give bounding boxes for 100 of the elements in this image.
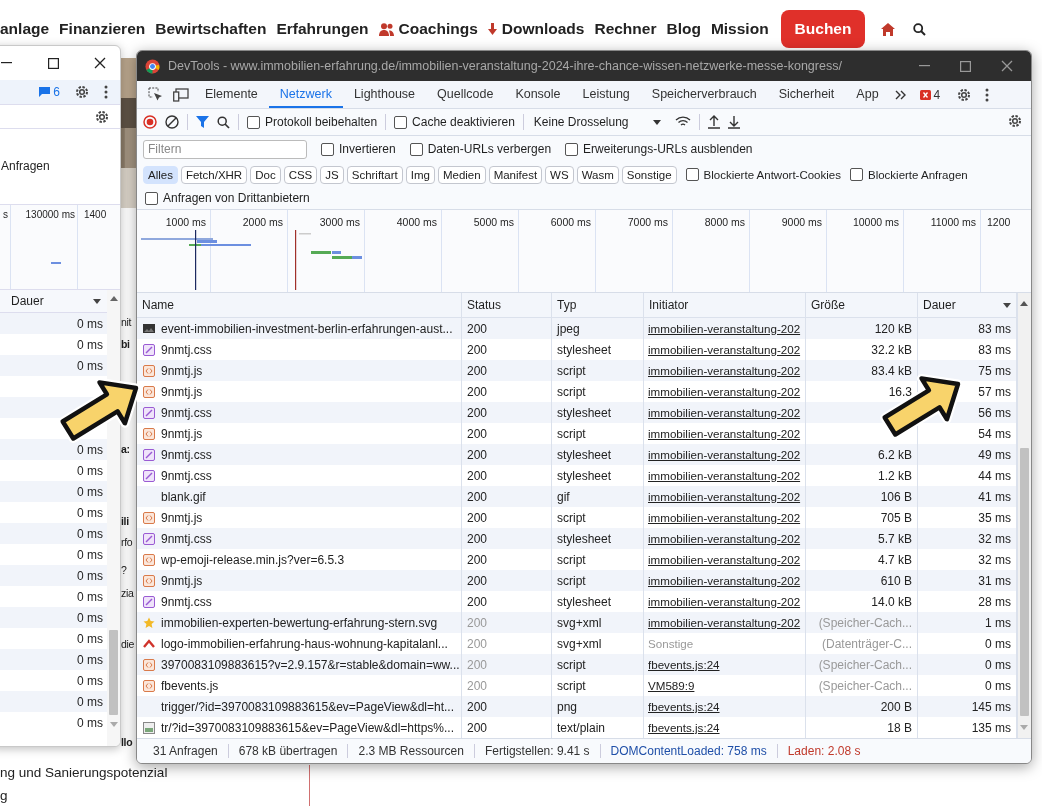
tab[interactable]: Konsole <box>504 81 572 108</box>
tab[interactable]: App <box>845 81 890 108</box>
checkbox-label[interactable]: Blockierte Antwort-Cookies <box>703 168 841 181</box>
nav-link[interactable]: Blog <box>666 20 701 38</box>
initiator-link[interactable]: VM589:9 <box>648 679 695 692</box>
table-cell[interactable]: 9nmtj.js <box>161 510 203 525</box>
search-icon[interactable] <box>913 22 927 36</box>
type-filter-chip[interactable]: Doc <box>250 165 281 184</box>
checkbox[interactable] <box>321 142 334 156</box>
column-header[interactable]: Größe <box>806 293 918 318</box>
type-filter-chip[interactable]: Manifest <box>488 165 543 184</box>
nav-link[interactable]: Coachings <box>398 20 478 38</box>
type-filter-chip[interactable]: JS <box>320 165 344 184</box>
device-icon[interactable] <box>173 87 189 102</box>
checkbox-label[interactable]: Anfragen von Drittanbietern <box>163 191 310 205</box>
checkbox-label[interactable]: Cache deaktivieren <box>412 115 515 129</box>
maximize-icon[interactable] <box>47 57 59 69</box>
error-icon[interactable] <box>919 89 931 100</box>
scrollbar-thumb[interactable] <box>109 630 118 715</box>
table-cell[interactable]: 9nmtj.css <box>161 531 212 546</box>
clear-icon[interactable] <box>165 115 179 129</box>
table-cell[interactable]: logo-immobilien-erfahrung-haus-wohnung-kapitalanl... <box>161 636 448 651</box>
type-filter-chip[interactable]: CSS <box>283 165 318 184</box>
checkbox[interactable] <box>394 115 408 129</box>
type-filter-chip[interactable]: Medien <box>437 165 486 184</box>
table-cell[interactable]: 9nmtj.css <box>161 405 212 420</box>
table-cell[interactable]: 9nmtj.js <box>161 573 203 588</box>
table-cell[interactable]: 9nmtj.js <box>161 363 203 378</box>
sort-down-icon[interactable] <box>93 298 101 304</box>
settings-icon[interactable] <box>94 108 110 125</box>
scroll-up-icon[interactable] <box>1020 301 1028 306</box>
error-count[interactable]: 4 <box>933 87 941 102</box>
checkbox[interactable] <box>565 142 579 156</box>
table-cell[interactable]: tr/?id=3970083109883615&ev=PageView&dl=https%... <box>161 720 454 735</box>
type-filter-chip[interactable]: Sonstige <box>621 165 677 184</box>
column-header[interactable]: Dauer <box>11 294 44 308</box>
initiator-link[interactable]: immobilien-veranstaltung-202 <box>648 553 801 566</box>
nav-link[interactable]: Mission <box>710 20 769 38</box>
settings-icon[interactable] <box>74 84 90 100</box>
record-icon[interactable] <box>143 115 157 129</box>
table-cell[interactable]: 9nmtj.js <box>161 384 203 399</box>
checkbox-label[interactable]: Erweiterungs-URLs ausblenden <box>583 142 753 156</box>
type-filter-chip[interactable]: Img <box>405 165 435 184</box>
checkbox-label[interactable]: Protokoll beibehalten <box>265 115 378 129</box>
type-filter-chip[interactable]: Schriftart <box>346 165 403 184</box>
book-button[interactable]: Buchen <box>780 10 866 48</box>
nav-link[interactable]: Rechner <box>594 20 657 38</box>
message-count[interactable]: 6 <box>53 85 60 99</box>
nav-link[interactable]: Downloads <box>501 20 585 38</box>
tab[interactable]: Quellcode <box>426 81 505 108</box>
filter-field[interactable]: Filtern <box>143 139 307 159</box>
upload-icon[interactable] <box>707 115 720 129</box>
scrollbar-thumb[interactable] <box>1020 448 1029 716</box>
type-filter-chip[interactable]: Fetch/XHR <box>180 165 248 184</box>
nav-link[interactable]: anlage <box>0 20 50 38</box>
chevrons-icon[interactable] <box>894 89 907 100</box>
table-cell[interactable]: 9nmtj.css <box>161 468 212 483</box>
table-cell[interactable]: wp-emoji-release.min.js?ver=6.5.3 <box>161 552 345 567</box>
tab[interactable]: Lighthouse <box>342 81 427 108</box>
initiator-link[interactable]: immobilien-veranstaltung-202 <box>648 427 801 440</box>
type-filter-chip[interactable]: Wasm <box>576 165 619 184</box>
type-filter-chip[interactable]: Alles <box>143 165 178 184</box>
scroll-up-icon[interactable] <box>110 296 118 301</box>
initiator-link[interactable]: immobilien-veranstaltung-202 <box>648 595 801 608</box>
close-icon[interactable] <box>94 57 106 69</box>
home-icon[interactable] <box>881 22 896 36</box>
checkbox[interactable] <box>409 142 423 156</box>
nav-link[interactable]: Erfahrungen <box>276 20 369 38</box>
tab[interactable]: Speicherverbrauch <box>640 81 768 108</box>
table-cell[interactable]: 9nmtj.css <box>161 594 212 609</box>
column-header[interactable]: Dauer <box>918 293 1017 318</box>
more-icon[interactable] <box>104 85 108 99</box>
checkbox[interactable] <box>685 168 699 181</box>
tab[interactable]: Leistung <box>571 81 641 108</box>
wifi-settings-icon[interactable] <box>674 116 691 128</box>
initiator-link[interactable]: immobilien-veranstaltung-202 <box>648 511 801 524</box>
nav-link[interactable]: Bewirtschaften <box>155 20 267 38</box>
checkbox[interactable] <box>145 191 158 205</box>
table-cell[interactable]: fbevents.js <box>161 678 219 693</box>
checkbox-label[interactable]: Blockierte Anfragen <box>867 168 968 181</box>
download-icon[interactable] <box>727 115 740 129</box>
tab[interactable]: Elemente <box>194 81 269 108</box>
column-header[interactable]: Typ <box>552 293 644 318</box>
initiator-link[interactable]: immobilien-veranstaltung-202 <box>648 385 801 398</box>
column-header[interactable]: Name <box>137 293 462 318</box>
initiator-link[interactable]: immobilien-veranstaltung-202 <box>648 469 801 482</box>
caret-icon[interactable] <box>652 119 661 125</box>
table-cell[interactable]: 9nmtj.js <box>161 426 203 441</box>
checkbox-label[interactable]: Invertieren <box>339 142 396 156</box>
tab[interactable]: Sicherheit <box>767 81 846 108</box>
settings-icon[interactable] <box>1007 112 1023 129</box>
table-cell[interactable]: 9nmtj.css <box>161 447 212 462</box>
more-icon[interactable] <box>985 87 990 102</box>
settings-icon[interactable] <box>956 86 973 103</box>
table-cell[interactable]: 9nmtj.css <box>161 342 212 357</box>
column-header[interactable]: Status <box>462 293 552 318</box>
sort-down-icon[interactable] <box>1003 302 1011 308</box>
type-filter-chip[interactable]: WS <box>545 165 574 184</box>
inspect-icon[interactable] <box>148 87 163 102</box>
initiator-link[interactable]: fbevents.js:24 <box>648 721 720 734</box>
